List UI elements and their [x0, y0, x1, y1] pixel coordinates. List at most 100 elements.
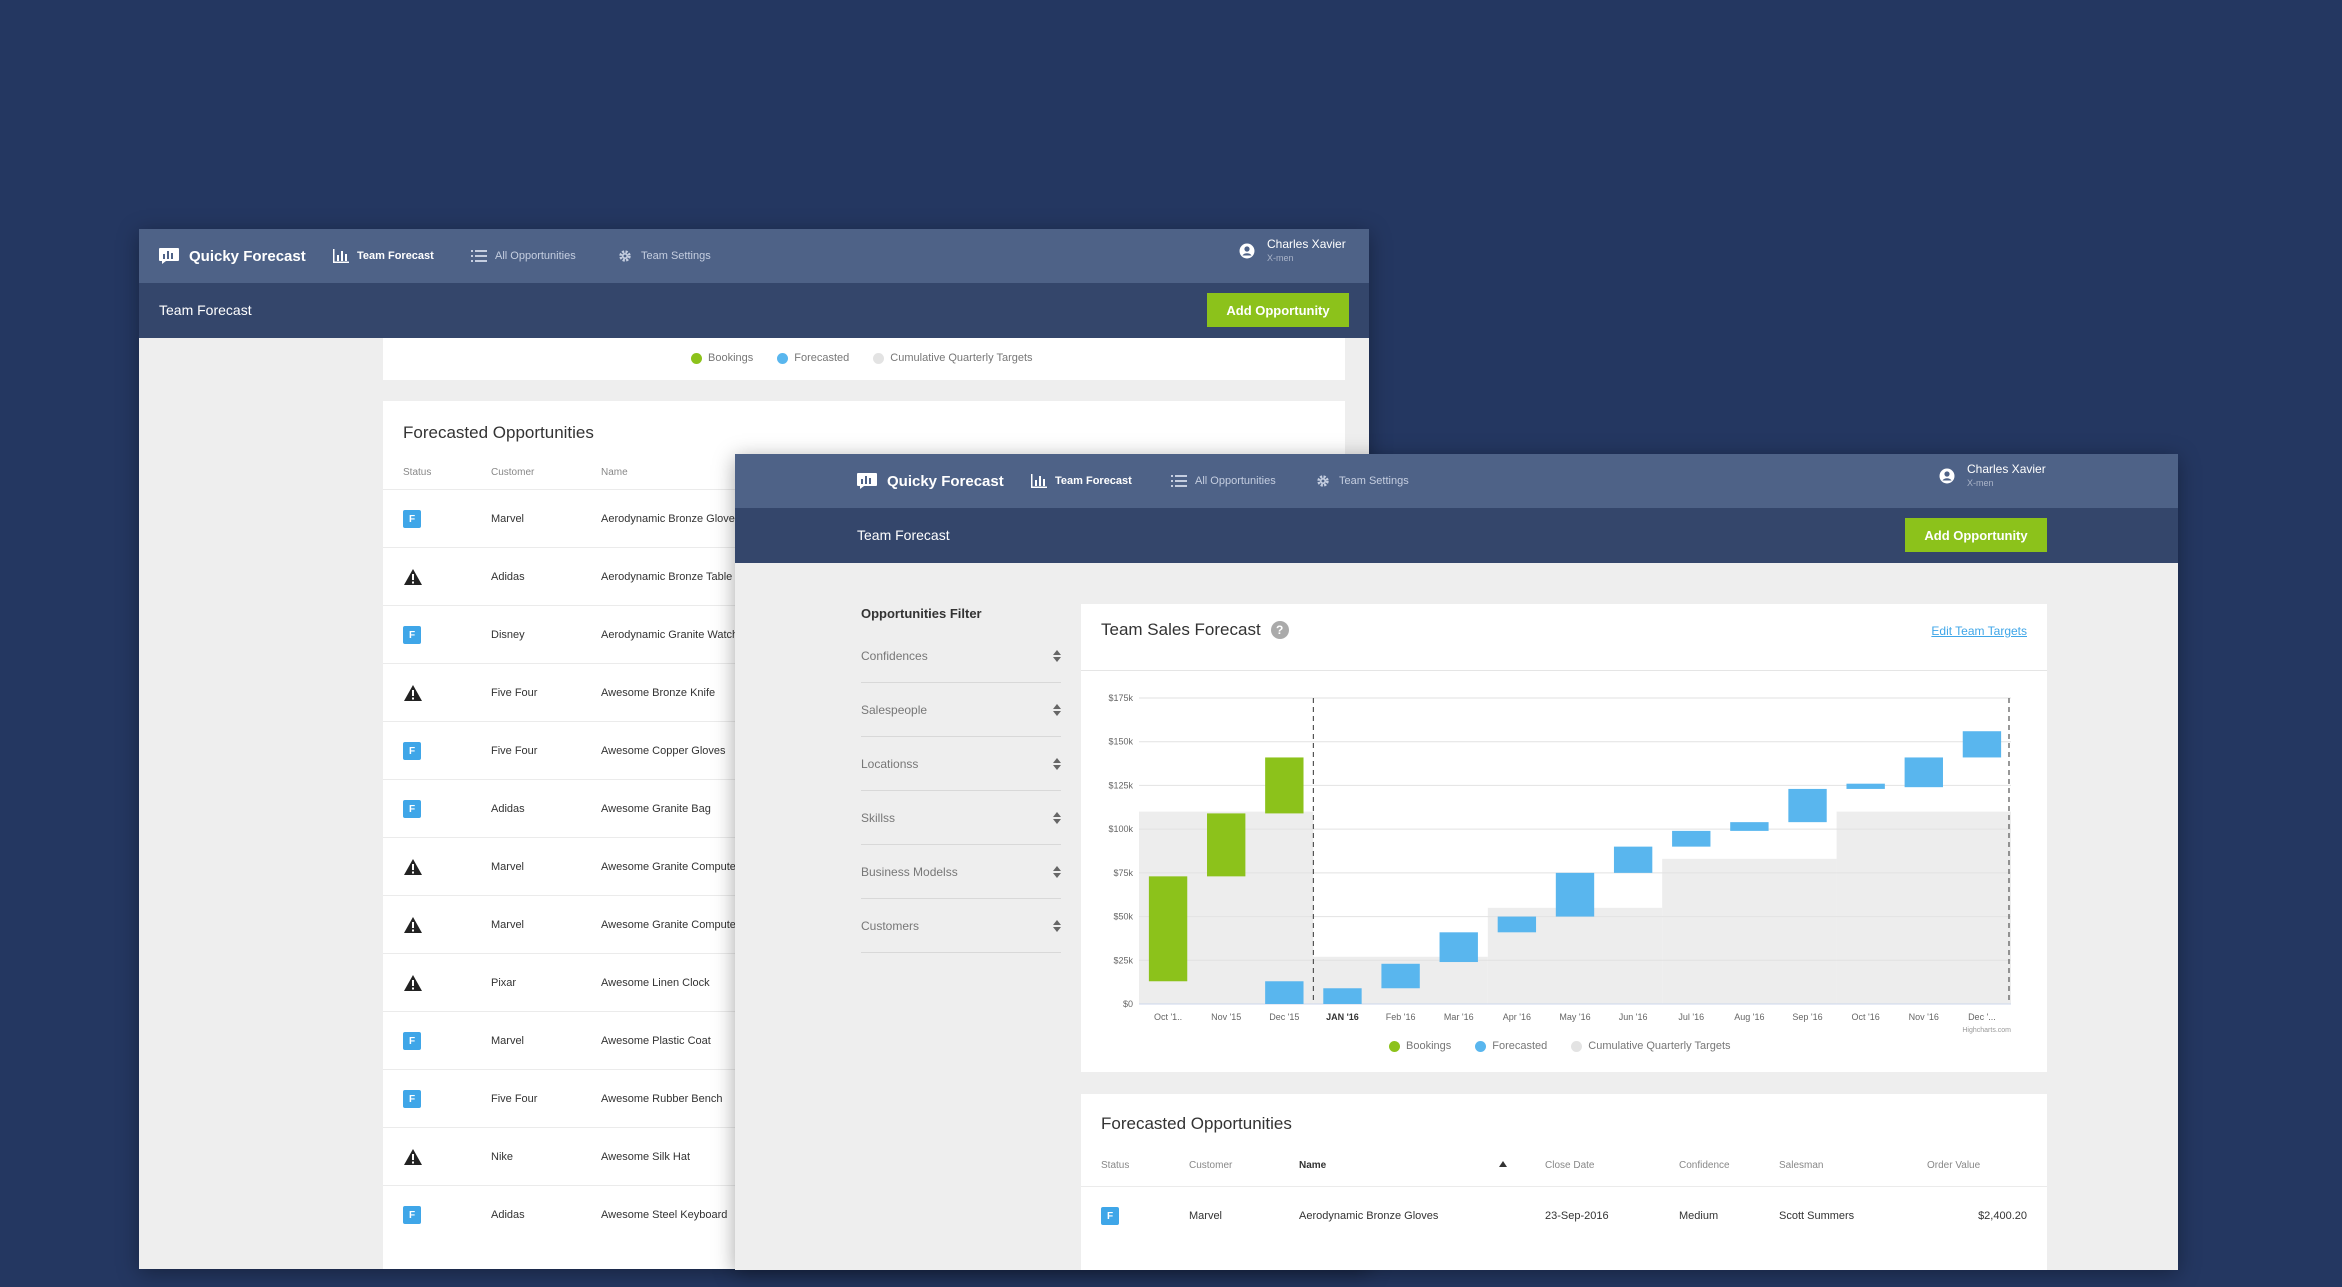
confidence-cell: Medium [1679, 1210, 1719, 1222]
forecasted-bar [1846, 783, 1885, 789]
x-tick-label: Dec '... [1968, 1012, 1996, 1022]
table-row[interactable]: F Marvel Aerodynamic Bronze Gloves 23-Sep-2… [1081, 1186, 2047, 1245]
forecast-status-badge: F [403, 626, 421, 644]
customer-cell: Five Four [491, 687, 538, 699]
section-title: Forecasted Opportunities [403, 423, 594, 442]
add-opportunity-button[interactable]: Add Opportunity [1905, 518, 2047, 552]
list-icon [1171, 475, 1187, 487]
name-cell: Aerodynamic Bronze Gloves [601, 513, 741, 525]
name-cell: Awesome Granite Computer [601, 919, 740, 931]
brand-name: Quicky Forecast [887, 472, 1004, 490]
column-header-status[interactable]: Status [1101, 1160, 1129, 1171]
filter-select[interactable]: Confidences [861, 629, 1061, 683]
column-header-close-date[interactable]: Close Date [1545, 1160, 1594, 1171]
y-tick-label: $75k [1113, 868, 1133, 878]
nav-all-opportunities[interactable]: All Opportunities [471, 229, 576, 283]
page-title: Team Forecast [159, 302, 252, 318]
bookings-dot [691, 352, 702, 364]
column-header-confidence[interactable]: Confidence [1679, 1160, 1730, 1171]
x-tick-label: Nov '16 [1909, 1012, 1939, 1022]
bookings-bar [1207, 813, 1246, 877]
column-header-customer[interactable]: Customer [1189, 1160, 1232, 1171]
forecast-logo-icon [159, 248, 179, 264]
status-cell: F [403, 1070, 421, 1128]
legend-label: Cumulative Quarterly Targets [890, 352, 1033, 364]
name-cell: Awesome Bronze Knife [601, 687, 716, 699]
nav-label: Team Forecast [1055, 475, 1132, 487]
filter-select[interactable]: Locationss [861, 737, 1061, 791]
brand-logo[interactable]: Quicky Forecast [159, 229, 306, 283]
nav-label: All Opportunities [1195, 475, 1276, 487]
nav-label: Team Settings [641, 250, 711, 262]
column-header-customer[interactable]: Customer [491, 467, 534, 478]
filter-label: Skillss [861, 810, 896, 825]
customer-cell: Disney [491, 629, 525, 641]
filter-select[interactable]: Business Modelss [861, 845, 1061, 899]
legend-label: Forecasted [794, 352, 850, 364]
name-cell: Aerodynamic Bronze Gloves [1299, 1210, 1439, 1222]
column-header-status[interactable]: Status [403, 467, 431, 478]
filter-select[interactable]: Skillss [861, 791, 1061, 845]
target-area-4 [1836, 811, 2011, 1004]
forecasted-bar [1265, 981, 1304, 1004]
user-menu[interactable]: Charles Xavier X-men [1239, 237, 1346, 265]
section-title: Forecasted Opportunities [1101, 1114, 1292, 1133]
user-org: X-men [1267, 253, 1294, 263]
column-header-name[interactable]: Name [1299, 1160, 1326, 1171]
targets-dot [873, 352, 885, 364]
name-cell: Aerodynamic Bronze Table [601, 571, 733, 583]
legend-label: Bookings [1406, 1040, 1452, 1052]
legend-targets[interactable]: Cumulative Quarterly Targets [873, 352, 1033, 364]
name-cell: Awesome Granite Bag [601, 803, 711, 815]
user-name: Charles Xavier [1967, 462, 2046, 476]
nav-team-settings[interactable]: Team Settings [617, 229, 711, 283]
status-cell: F [403, 1012, 421, 1070]
legend-bookings[interactable]: Bookings [1389, 1040, 1451, 1052]
y-tick-label: $175k [1108, 693, 1133, 703]
customer-cell: Marvel [491, 919, 525, 931]
x-tick-label: Aug '16 [1734, 1012, 1764, 1022]
customer-cell: Adidas [491, 571, 525, 583]
x-tick-label: Dec '15 [1269, 1012, 1299, 1022]
top-nav-bar: Quicky Forecast Team Forecast All Opport… [735, 454, 2178, 508]
legend-bookings[interactable]: Bookings [691, 352, 753, 364]
filter-label: Business Modelss [861, 864, 958, 879]
warning-icon [404, 569, 422, 585]
forecast-status-badge: F [403, 742, 421, 760]
brand-logo[interactable]: Quicky Forecast [857, 454, 1004, 508]
close-date-cell: 23-Sep-2016 [1545, 1210, 1609, 1222]
sort-up-icon[interactable] [1499, 1161, 1507, 1167]
forecast-status-badge: F [1101, 1207, 1119, 1225]
legend-forecasted[interactable]: Forecasted [777, 352, 849, 364]
forecasted-bar [1439, 932, 1478, 963]
legend-targets[interactable]: Cumulative Quarterly Targets [1571, 1040, 1731, 1052]
customer-cell: Adidas [491, 1209, 525, 1221]
nav-label: All Opportunities [495, 250, 576, 262]
legend-label: Cumulative Quarterly Targets [1588, 1040, 1731, 1052]
x-tick-label: Oct '16 [1852, 1012, 1880, 1022]
column-header-name[interactable]: Name [601, 467, 628, 478]
forecasted-bar [1672, 830, 1711, 847]
x-tick-label: Jul '16 [1678, 1012, 1704, 1022]
column-header-salesman[interactable]: Salesman [1779, 1160, 1823, 1171]
filter-select[interactable]: Customers [861, 899, 1061, 953]
forecasted-bar [1788, 788, 1827, 823]
bookings-bar [1148, 876, 1188, 982]
add-opportunity-button[interactable]: Add Opportunity [1207, 293, 1349, 327]
status-cell [403, 548, 423, 606]
nav-all-opportunities[interactable]: All Opportunities [1171, 454, 1276, 508]
page-header-bar: Team Forecast Add Opportunity [735, 508, 2178, 563]
bookings-bar [1265, 757, 1304, 814]
nav-team-forecast[interactable]: Team Forecast [333, 229, 434, 283]
column-header-order-value[interactable]: Order Value [1927, 1160, 1980, 1171]
forecasted-bar [1497, 916, 1537, 933]
nav-team-forecast[interactable]: Team Forecast [1031, 454, 1132, 508]
customer-cell: Adidas [491, 803, 525, 815]
filter-select[interactable]: Salespeople [861, 683, 1061, 737]
chart-card-bottom: Bookings Forecasted Cumulative Quarterly… [383, 338, 1345, 380]
user-menu[interactable]: Charles Xavier X-men [1939, 462, 2046, 490]
select-arrows-icon [1053, 703, 1061, 716]
nav-team-settings[interactable]: Team Settings [1315, 454, 1409, 508]
legend-forecasted[interactable]: Forecasted [1475, 1040, 1547, 1052]
y-tick-label: $125k [1108, 780, 1133, 790]
